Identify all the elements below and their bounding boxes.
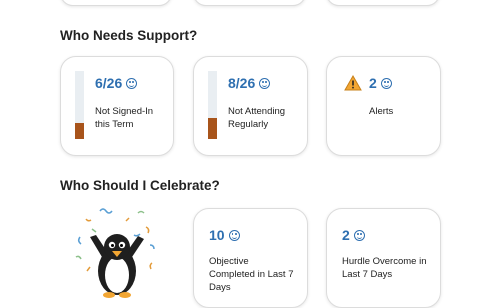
- objective-completed-label: Objective Completed in Last 7 Days: [209, 256, 294, 293]
- not-signed-in-bar: [75, 71, 84, 139]
- smiley-icon: [380, 78, 392, 89]
- alerts-card[interactable]: 2 Alerts: [326, 56, 441, 156]
- objective-completed-count: 10: [209, 227, 240, 243]
- hurdle-overcome-card[interactable]: 2 Hurdle Overcome in Last 7 Days: [326, 208, 441, 308]
- top-card-1[interactable]: [60, 0, 172, 6]
- smiley-icon: [353, 230, 365, 241]
- smiley-icon: [228, 230, 240, 241]
- alerts-label: Alerts: [369, 106, 394, 117]
- not-signed-in-label: Not Signed-In this Term: [95, 106, 154, 130]
- warning-icon: [344, 75, 362, 91]
- celebrate-section-title: Who Should I Celebrate?: [60, 178, 220, 193]
- smiley-icon: [126, 78, 138, 89]
- not-attending-count: 8/26: [228, 75, 271, 91]
- objective-completed-card[interactable]: 10 Objective Completed in Last 7 Days: [193, 208, 308, 308]
- top-card-3[interactable]: [326, 0, 440, 6]
- not-signed-in-count: 6/26: [95, 75, 138, 91]
- not-signed-in-bar-fill: [75, 123, 84, 139]
- support-section-title: Who Needs Support?: [60, 28, 198, 43]
- not-signed-in-card[interactable]: 6/26 Not Signed-In this Term: [60, 56, 174, 156]
- penguin-illustration: [75, 208, 155, 298]
- smiley-icon: [259, 78, 271, 89]
- alerts-count: 2: [369, 75, 392, 91]
- not-attending-bar: [208, 71, 217, 139]
- hurdle-overcome-count: 2: [342, 227, 365, 243]
- not-attending-card[interactable]: 8/26 Not Attending Regularly: [193, 56, 308, 156]
- not-attending-bar-fill: [208, 117, 217, 139]
- not-attending-label: Not Attending Regularly: [228, 106, 286, 130]
- hurdle-overcome-label: Hurdle Overcome in Last 7 Days: [342, 256, 427, 280]
- top-card-2[interactable]: [193, 0, 306, 6]
